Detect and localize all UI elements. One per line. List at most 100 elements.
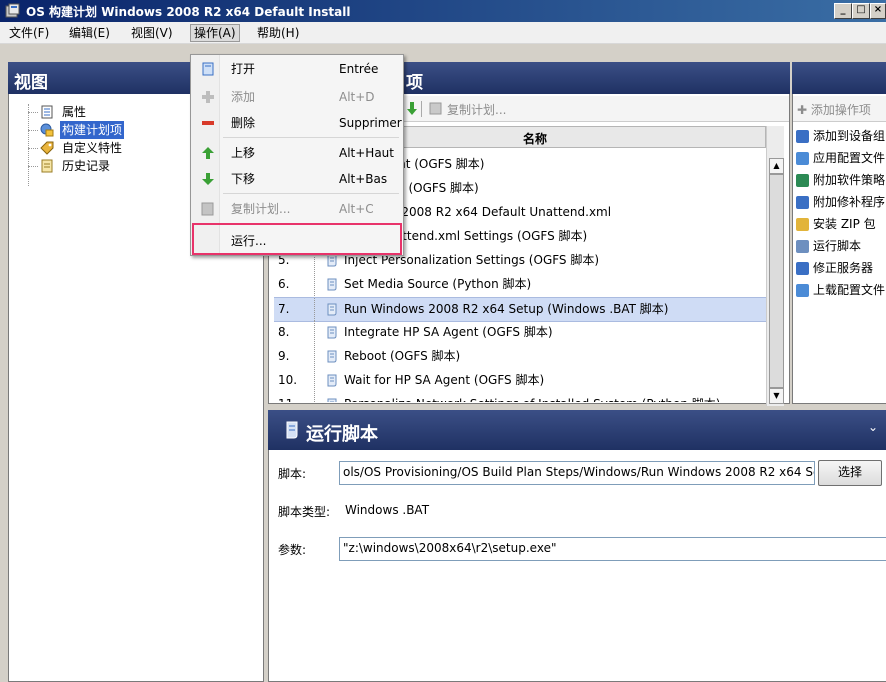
add-action-item-label: 添加操作项 bbox=[810, 103, 871, 117]
scroll-down-arrow[interactable]: ▼ bbox=[769, 388, 784, 404]
script-step-icon bbox=[327, 398, 337, 402]
table-row[interactable]: 11. Personalize Network Settings of Insta… bbox=[274, 393, 766, 402]
menu-item-label: 复制计划... bbox=[231, 202, 291, 216]
action-item-label: 上载配置文件 bbox=[813, 283, 886, 297]
scroll-thumb[interactable] bbox=[769, 174, 784, 388]
menu-item[interactable]: 复制计划... Alt+C bbox=[193, 197, 401, 221]
table-row[interactable]: 6. Set Media Source (Python 脚本) bbox=[274, 273, 766, 296]
copy-plan-icon bbox=[201, 202, 214, 216]
script-path-field[interactable]: ols/OS Provisioning/OS Build Plan Steps/… bbox=[339, 461, 815, 485]
add-to-group-icon bbox=[796, 130, 809, 143]
action-item[interactable]: 上载配置文件 bbox=[796, 280, 886, 300]
action-item-label: 添加到设备组 bbox=[813, 129, 886, 143]
add-icon bbox=[202, 91, 214, 103]
remediate-icon bbox=[796, 262, 809, 275]
menu-item[interactable]: 添加 Alt+D bbox=[193, 85, 401, 109]
row-name: Set Media Source (Python 脚本) bbox=[344, 277, 532, 291]
action-item[interactable]: 应用配置文件 bbox=[796, 148, 886, 168]
table-row[interactable]: 8. Integrate HP SA Agent (OGFS 脚本) bbox=[274, 321, 766, 344]
action-item[interactable]: 附加软件策略 bbox=[796, 170, 886, 190]
row-number: 7. bbox=[278, 302, 290, 316]
row-name: Run Windows 2008 R2 x64 Setup (Windows .… bbox=[344, 302, 669, 316]
menu-file[interactable]: 文件(F) bbox=[6, 25, 52, 41]
items-vertical-scrollbar[interactable]: ▲ ▼ bbox=[766, 126, 784, 406]
script-step-icon bbox=[327, 374, 337, 387]
tree-line bbox=[28, 112, 38, 113]
tree-line bbox=[314, 273, 315, 296]
column-name-header[interactable]: 名称 bbox=[523, 130, 547, 147]
menu-separator bbox=[223, 193, 399, 194]
items-pane-title-suffix: 项 bbox=[406, 73, 423, 93]
move-down-toolbar-icon[interactable] bbox=[407, 102, 417, 116]
history-icon bbox=[41, 159, 53, 173]
view-pane-title: 视图 bbox=[14, 73, 48, 93]
script-label: 脚本: bbox=[278, 467, 307, 481]
action-item-label: 附加修补程序 bbox=[813, 195, 886, 209]
action-item-label: 应用配置文件 bbox=[813, 151, 886, 165]
parameters-field[interactable]: "z:\windows\2008x64\r2\setup.exe" bbox=[339, 537, 886, 561]
menu-view[interactable]: 视图(V) bbox=[128, 25, 176, 41]
action-item[interactable]: 修正服务器 bbox=[796, 258, 886, 278]
attach-policy-icon bbox=[796, 174, 809, 187]
scroll-up-arrow[interactable]: ▲ bbox=[769, 158, 784, 174]
action-item[interactable]: 运行脚本 bbox=[796, 236, 886, 256]
tree-line bbox=[28, 104, 29, 186]
attach-patch-icon bbox=[796, 196, 809, 209]
script-step-icon bbox=[327, 350, 337, 363]
menu-item-shortcut: Alt+Haut bbox=[339, 146, 394, 160]
action-item-label: 附加软件策略 bbox=[813, 173, 886, 187]
action-item-label: 修正服务器 bbox=[813, 261, 874, 275]
tree-line bbox=[28, 148, 38, 149]
menu-item[interactable]: 打开 Entrée bbox=[193, 57, 401, 81]
table-row[interactable]: 9. Reboot (OGFS 脚本) bbox=[274, 345, 766, 368]
app-icon bbox=[5, 3, 20, 18]
tree-line bbox=[314, 298, 315, 321]
menu-item-label: 下移 bbox=[231, 172, 256, 186]
row-name: Integrate HP SA Agent (OGFS 脚本) bbox=[344, 325, 553, 339]
apply-config-icon bbox=[796, 152, 809, 165]
action-item[interactable]: 附加修补程序 bbox=[796, 192, 886, 212]
run-script-icon bbox=[286, 421, 298, 439]
menu-item[interactable]: 下移 Alt+Bas bbox=[193, 167, 401, 191]
tree-item-label: 历史记录 bbox=[62, 159, 111, 173]
select-script-button[interactable]: 选择 bbox=[818, 460, 882, 486]
menu-help[interactable]: 帮助(H) bbox=[254, 25, 302, 41]
script-step-icon bbox=[327, 326, 337, 339]
action-item-label: 安装 ZIP 包 bbox=[813, 217, 876, 231]
minimize-button[interactable]: _ bbox=[834, 3, 852, 19]
menu-item[interactable]: 上移 Alt+Haut bbox=[193, 141, 401, 165]
action-item[interactable]: 添加到设备组 bbox=[796, 126, 886, 146]
upload-config-icon bbox=[796, 284, 809, 297]
menu-item-label: 添加 bbox=[231, 90, 256, 104]
table-row[interactable]: 7. Run Windows 2008 R2 x64 Setup (Windows… bbox=[274, 297, 766, 322]
action-item-label: 运行脚本 bbox=[813, 239, 862, 253]
copy-plan-toolbar-icon bbox=[429, 102, 442, 115]
script-step-icon bbox=[327, 278, 337, 291]
action-item[interactable]: 安装 ZIP 包 bbox=[796, 214, 886, 234]
zip-package-icon bbox=[796, 218, 809, 231]
plus-icon: ✚ bbox=[797, 103, 808, 117]
menu-item[interactable]: 删除 Supprimer bbox=[193, 111, 402, 135]
table-row[interactable]: 10. Wait for HP SA Agent (OGFS 脚本) bbox=[274, 369, 766, 392]
script-step-icon bbox=[327, 303, 337, 316]
menu-item-shortcut: Alt+D bbox=[339, 90, 375, 104]
custom-attributes-icon bbox=[40, 141, 54, 155]
close-button[interactable]: × bbox=[870, 3, 886, 19]
add-action-item-button[interactable]: ✚ 添加操作项 bbox=[797, 101, 871, 118]
properties-icon bbox=[41, 105, 53, 119]
script-type-label: 脚本类型: bbox=[278, 505, 331, 519]
tree-line bbox=[314, 321, 315, 344]
collapse-icon[interactable]: ⌄ bbox=[868, 420, 878, 434]
copy-plan-toolbar-button[interactable]: 复制计划... bbox=[447, 101, 506, 118]
menu-action[interactable]: 操作(A) bbox=[190, 24, 240, 42]
menu-edit[interactable]: 编辑(E) bbox=[66, 25, 113, 41]
tree-line bbox=[314, 369, 315, 392]
run-menu-highlight bbox=[192, 223, 402, 255]
maximize-button[interactable]: □ bbox=[852, 3, 870, 19]
script-type-value: Windows .BAT bbox=[345, 503, 430, 517]
menu-separator bbox=[223, 137, 399, 138]
tree-line bbox=[314, 345, 315, 368]
title-bar: OS 构建计划 Windows 2008 R2 x64 Default Inst… bbox=[0, 0, 886, 22]
move-up-icon bbox=[202, 147, 214, 159]
menu-item-shortcut: Supprimer bbox=[339, 116, 402, 130]
